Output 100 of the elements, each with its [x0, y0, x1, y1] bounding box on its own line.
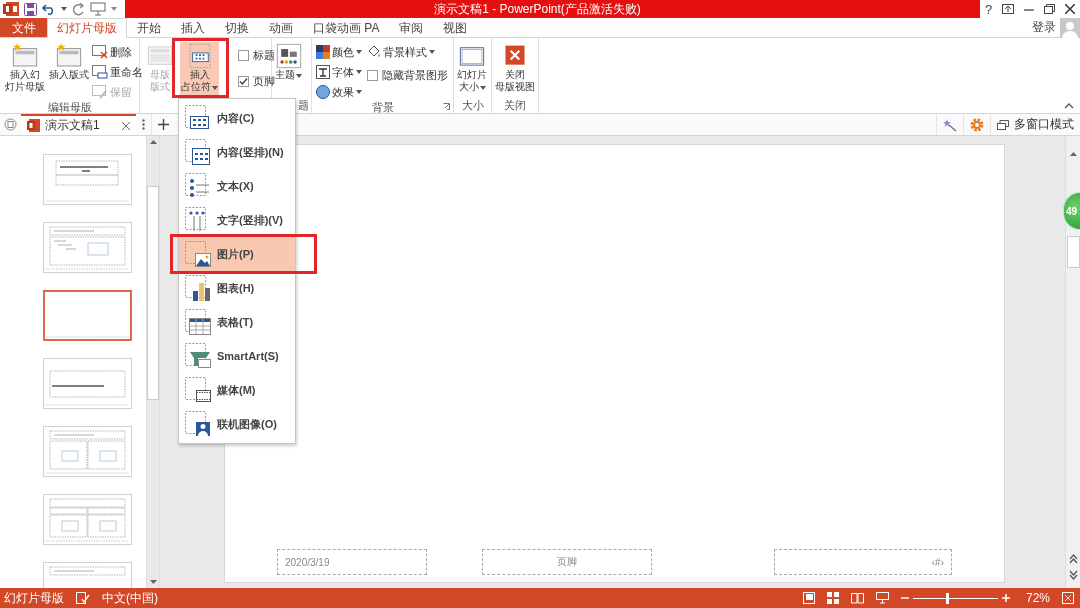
next-slide-icon[interactable]	[1067, 570, 1079, 580]
close-icon[interactable]	[122, 121, 130, 130]
bullet-list-icon	[184, 172, 212, 200]
ribbon-tab[interactable]: 文件	[0, 18, 47, 37]
slide-star-icon	[12, 43, 38, 69]
gear-icon[interactable]	[970, 117, 984, 132]
date-placeholder-field[interactable]: 2020/3/19	[277, 549, 427, 575]
wand-icon[interactable]	[943, 117, 957, 132]
scrollbar-thumb[interactable]	[1066, 236, 1080, 268]
slide-delete-icon	[92, 45, 108, 59]
slide-thumbnail[interactable]	[43, 358, 132, 409]
zoom-slider-thumb[interactable]	[945, 592, 949, 604]
document-tab[interactable]: 演示文稿1	[21, 114, 136, 135]
spelling-icon[interactable]	[76, 592, 90, 604]
save-icon[interactable]	[24, 2, 37, 16]
group-label: 题	[298, 99, 309, 111]
previous-slide-icon[interactable]	[1067, 554, 1079, 564]
multi-window-button[interactable]: 多窗口模式	[990, 114, 1080, 135]
ribbon-display-icon[interactable]	[1002, 4, 1015, 14]
menu-item[interactable]: 文字(竖排)(V)	[179, 203, 295, 237]
dialog-launcher-icon[interactable]	[443, 103, 450, 110]
slide-thumbnail[interactable]	[43, 290, 132, 341]
menu-item[interactable]: 图片(P)	[179, 237, 295, 271]
picture-icon	[184, 240, 212, 268]
ribbon-tab[interactable]: 切换	[215, 18, 259, 37]
sorter-view-icon[interactable]	[826, 592, 839, 604]
menu-item[interactable]: 联机图像(O)	[179, 407, 295, 441]
checkbox[interactable]: 页脚	[238, 70, 275, 92]
ribbon-tab[interactable]: 口袋动画 PA	[303, 18, 390, 37]
caret-icon	[61, 7, 67, 11]
checkbox[interactable]: 隐藏背景图形	[367, 64, 448, 86]
ribbon-tab[interactable]: 幻灯片母版	[47, 18, 127, 38]
language-label: 中文(中国)	[102, 589, 158, 607]
ribbon-button[interactable]: 效果	[316, 84, 362, 100]
zoom-out-icon[interactable]	[900, 594, 909, 602]
ribbon-tab[interactable]: 动画	[259, 18, 303, 37]
scrollbar-thumb[interactable]	[147, 186, 159, 400]
app-icon	[27, 119, 40, 132]
ribbon-button[interactable]: 颜色	[316, 44, 362, 60]
more-icon[interactable]	[142, 119, 145, 130]
smartart-icon	[184, 342, 212, 370]
menu-item[interactable]: 表格(T)	[179, 305, 295, 339]
ribbon-button[interactable]: 字体	[316, 64, 362, 80]
ribbon-button[interactable]: 背景样式	[367, 44, 448, 60]
slideshow-icon[interactable]	[875, 592, 889, 604]
group-label: 背景	[371, 101, 394, 113]
ribbon-button[interactable]: 删除	[92, 44, 143, 60]
ribbon-button[interactable]: 插入版式	[48, 42, 90, 100]
windows-icon	[997, 119, 1009, 130]
table-icon	[184, 308, 212, 336]
ribbon-tab[interactable]: 视图	[433, 18, 478, 37]
add-icon[interactable]	[158, 119, 169, 130]
view-label: 幻灯片母版	[4, 589, 64, 607]
number-placeholder-field[interactable]: ‹#›	[774, 549, 952, 575]
menu-item[interactable]: 媒体(M)	[179, 373, 295, 407]
menu-item[interactable]: 图表(H)	[179, 271, 295, 305]
restore-icon[interactable]	[1044, 4, 1056, 14]
paint-bucket-icon	[367, 45, 381, 59]
menu-item[interactable]: SmartArt(S)	[179, 339, 295, 373]
slide-thumbnail[interactable]	[43, 426, 132, 477]
slide-thumbnail[interactable]	[43, 154, 132, 205]
slide-thumbnail[interactable]	[43, 494, 132, 545]
bar-chart-icon	[184, 274, 212, 302]
help-button[interactable]: ?	[984, 1, 993, 17]
person-icon	[184, 410, 212, 438]
presenter-icon[interactable]	[90, 2, 106, 16]
checkbox[interactable]: 标题	[238, 44, 275, 66]
ribbon-button[interactable]: 主题	[274, 42, 303, 98]
group-label: 编辑母版	[47, 101, 92, 113]
menu-item[interactable]: 内容(竖排)(N)	[179, 135, 295, 169]
grid-icon	[184, 138, 212, 166]
redo-icon[interactable]	[72, 2, 85, 16]
undo-icon[interactable]	[42, 3, 56, 15]
ribbon-tab[interactable]: 审阅	[389, 18, 434, 37]
open-file-icon[interactable]	[4, 118, 17, 131]
grid-icon	[184, 104, 212, 132]
menu-item[interactable]: 文本(X)	[179, 169, 295, 203]
ribbon-tab[interactable]: 插入	[171, 18, 215, 37]
menu-item[interactable]: 内容(C)	[179, 101, 295, 135]
ribbon-button[interactable]: 幻灯片 大小	[456, 42, 488, 98]
ribbon-button[interactable]: 插入幻 灯片母版	[4, 42, 46, 100]
placeholder-icon	[186, 43, 213, 69]
footer-placeholder-field[interactable]: 页脚	[482, 549, 652, 575]
close-icon[interactable]	[1065, 4, 1075, 14]
ribbon-button[interactable]: 重命名	[92, 64, 143, 80]
ribbon-button[interactable]: 插入 占位符	[180, 42, 219, 98]
ribbon-button[interactable]: 关闭 母版视图	[494, 42, 536, 98]
color-swatch-icon	[316, 45, 330, 59]
fit-slide-icon[interactable]	[1062, 592, 1074, 604]
zoom-level[interactable]: 72%	[1025, 591, 1050, 605]
slide-thumbnail[interactable]	[43, 222, 132, 273]
reading-view-icon[interactable]	[850, 592, 864, 604]
app-icon	[3, 2, 19, 16]
normal-view-icon[interactable]	[802, 592, 815, 604]
slide-rename-icon	[92, 65, 108, 79]
film-icon	[184, 376, 212, 404]
ribbon-tab[interactable]: 开始	[127, 18, 171, 37]
zoom-in-icon[interactable]	[1001, 594, 1010, 602]
sign-in-link[interactable]: 登录	[1032, 19, 1056, 36]
collapse-ribbon-icon[interactable]	[1064, 103, 1074, 109]
